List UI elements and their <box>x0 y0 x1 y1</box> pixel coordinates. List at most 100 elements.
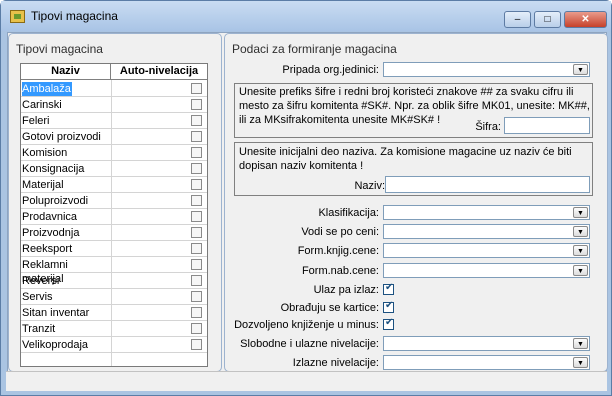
close-button[interactable]: ✕ <box>564 11 607 28</box>
klasifikacija-label: Klasifikacija: <box>318 207 379 219</box>
chevron-down-icon[interactable]: ▼ <box>573 207 588 218</box>
form-panel: Podaci za formiranje magacina Pripada or… <box>224 33 608 372</box>
auto-nivelacija-checkbox[interactable] <box>191 131 202 142</box>
warehouse-types-grid[interactable]: Naziv Auto-nivelacija Ambalaža Carinski Fe… <box>20 63 208 367</box>
table-row[interactable]: Komision <box>21 145 207 161</box>
table-row[interactable]: Ambalaža <box>21 81 207 97</box>
row-naziv-cell: Komision <box>22 147 68 159</box>
row-naziv-cell: Reeksport <box>22 243 73 255</box>
ulaz-checkbox[interactable] <box>383 282 394 295</box>
knjig-label: Form.knjig.cene: <box>297 245 379 257</box>
row-naziv-cell: Servis <box>22 291 53 303</box>
table-row[interactable]: Materijal <box>21 177 207 193</box>
nab-combo[interactable]: ▼ <box>383 263 590 278</box>
row-naziv-cell: Sitan inventar <box>22 307 90 319</box>
row-naziv-cell: Gotovi proizvodi <box>22 131 101 143</box>
prefix-group: Unesite prefiks šifre i redni broj koris… <box>234 83 593 138</box>
naziv-label: Naziv: <box>354 180 385 192</box>
klasifikacija-combo[interactable]: ▼ <box>383 205 590 220</box>
left-panel-title: Tipovi magacina <box>16 42 103 56</box>
row-naziv-cell: Ambalaža <box>22 82 72 96</box>
minimize-button[interactable]: – <box>504 11 531 28</box>
auto-nivelacija-checkbox[interactable] <box>191 291 202 302</box>
auto-nivelacija-checkbox[interactable] <box>191 83 202 94</box>
col-naziv-header[interactable]: Naziv <box>21 64 111 79</box>
naziv-note: Unesite inicijalni deo naziva. Za komisi… <box>239 146 572 172</box>
table-row[interactable]: Servis <box>21 289 207 305</box>
row-naziv-cell: Reklamni materijal <box>22 259 68 285</box>
auto-nivelacija-checkbox[interactable] <box>191 179 202 190</box>
vodi-label: Vodi se po ceni: <box>301 226 379 238</box>
status-bar <box>6 371 607 391</box>
table-row[interactable]: Reeksport <box>21 241 207 257</box>
izlazne-combo[interactable]: ▼ <box>383 355 590 370</box>
sifra-input[interactable] <box>504 117 590 134</box>
auto-nivelacija-checkbox[interactable] <box>191 275 202 286</box>
row-naziv-cell: Konsignacija <box>22 163 85 175</box>
row-naziv-cell: Materijal <box>22 179 64 191</box>
pripada-combo[interactable]: ▼ <box>383 62 590 77</box>
sifra-label: Šifra: <box>475 121 501 133</box>
row-naziv-cell: Velikoprodaja <box>22 339 89 351</box>
knjig-combo[interactable]: ▼ <box>383 243 590 258</box>
naziv-input[interactable] <box>385 176 590 193</box>
auto-nivelacija-checkbox[interactable] <box>191 195 202 206</box>
minus-checkbox[interactable] <box>383 317 394 330</box>
app-icon <box>10 10 25 23</box>
auto-nivelacija-checkbox[interactable] <box>191 323 202 334</box>
slobodne-label: Slobodne i ulazne nivelacije: <box>240 338 379 350</box>
chevron-down-icon[interactable]: ▼ <box>573 226 588 237</box>
nab-label: Form.nab.cene: <box>301 265 379 277</box>
table-row[interactable]: Prodavnica <box>21 209 207 225</box>
izlazne-label: Izlazne nivelacije: <box>292 357 379 369</box>
table-row[interactable]: Velikoprodaja <box>21 337 207 353</box>
warehouse-types-panel: Tipovi magacina Naziv Auto-nivelacija Am… <box>8 33 222 372</box>
row-naziv-cell: Reversi <box>22 275 60 287</box>
grid-header: Naziv Auto-nivelacija <box>21 64 207 80</box>
table-row[interactable]: Reversi <box>21 273 207 289</box>
right-panel-title: Podaci za formiranje magacina <box>232 42 397 56</box>
auto-nivelacija-checkbox[interactable] <box>191 243 202 254</box>
naziv-group: Unesite inicijalni deo naziva. Za komisi… <box>234 142 593 196</box>
table-row[interactable]: Reklamni materijal <box>21 257 207 285</box>
pripada-label: Pripada org.jedinici: <box>282 64 379 76</box>
chevron-down-icon[interactable]: ▼ <box>573 265 588 276</box>
auto-nivelacija-checkbox[interactable] <box>191 211 202 222</box>
auto-nivelacija-checkbox[interactable] <box>191 259 202 270</box>
maximize-button[interactable]: □ <box>534 11 561 28</box>
client-area: Tipovi magacina Naziv Auto-nivelacija Am… <box>7 32 608 391</box>
auto-nivelacija-checkbox[interactable] <box>191 227 202 238</box>
slobodne-combo[interactable]: ▼ <box>383 336 590 351</box>
auto-nivelacija-checkbox[interactable] <box>191 115 202 126</box>
obradjuju-label: Obrađuju se kartice: <box>280 302 379 314</box>
col-auto-header[interactable]: Auto-nivelacija <box>111 64 207 79</box>
chevron-down-icon[interactable]: ▼ <box>573 338 588 349</box>
auto-nivelacija-checkbox[interactable] <box>191 147 202 158</box>
table-row[interactable]: Konsignacija <box>21 161 207 177</box>
auto-nivelacija-checkbox[interactable] <box>191 99 202 110</box>
auto-nivelacija-checkbox[interactable] <box>191 163 202 174</box>
table-row[interactable]: Tranzit <box>21 321 207 337</box>
window-title: Tipovi magacina <box>31 9 118 23</box>
table-row[interactable]: Carinski <box>21 97 207 113</box>
obradjuju-checkbox[interactable] <box>383 300 394 313</box>
table-row[interactable]: Poluproizvodi <box>21 193 207 209</box>
table-row[interactable]: Feleri <box>21 113 207 129</box>
row-naziv-cell: Proizvodnja <box>22 227 80 239</box>
auto-nivelacija-checkbox[interactable] <box>191 307 202 318</box>
row-naziv-cell: Feleri <box>22 115 50 127</box>
chevron-down-icon[interactable]: ▼ <box>573 64 588 75</box>
vodi-combo[interactable]: ▼ <box>383 224 590 239</box>
row-naziv-cell: Poluproizvodi <box>22 195 89 207</box>
table-row[interactable]: Gotovi proizvodi <box>21 129 207 145</box>
minus-label: Dozvoljeno knjiženje u minus: <box>234 319 379 331</box>
main-window: Tipovi magacina – □ ✕ Tipovi magacina Na… <box>0 0 612 396</box>
table-row[interactable]: Sitan inventar <box>21 305 207 321</box>
chevron-down-icon[interactable]: ▼ <box>573 357 588 368</box>
chevron-down-icon[interactable]: ▼ <box>573 245 588 256</box>
row-naziv-cell: Carinski <box>22 99 62 111</box>
row-naziv-cell: Tranzit <box>22 323 56 335</box>
table-row[interactable]: Proizvodnja <box>21 225 207 241</box>
ulaz-label: Ulaz pa izlaz: <box>313 284 379 296</box>
auto-nivelacija-checkbox[interactable] <box>191 339 202 350</box>
